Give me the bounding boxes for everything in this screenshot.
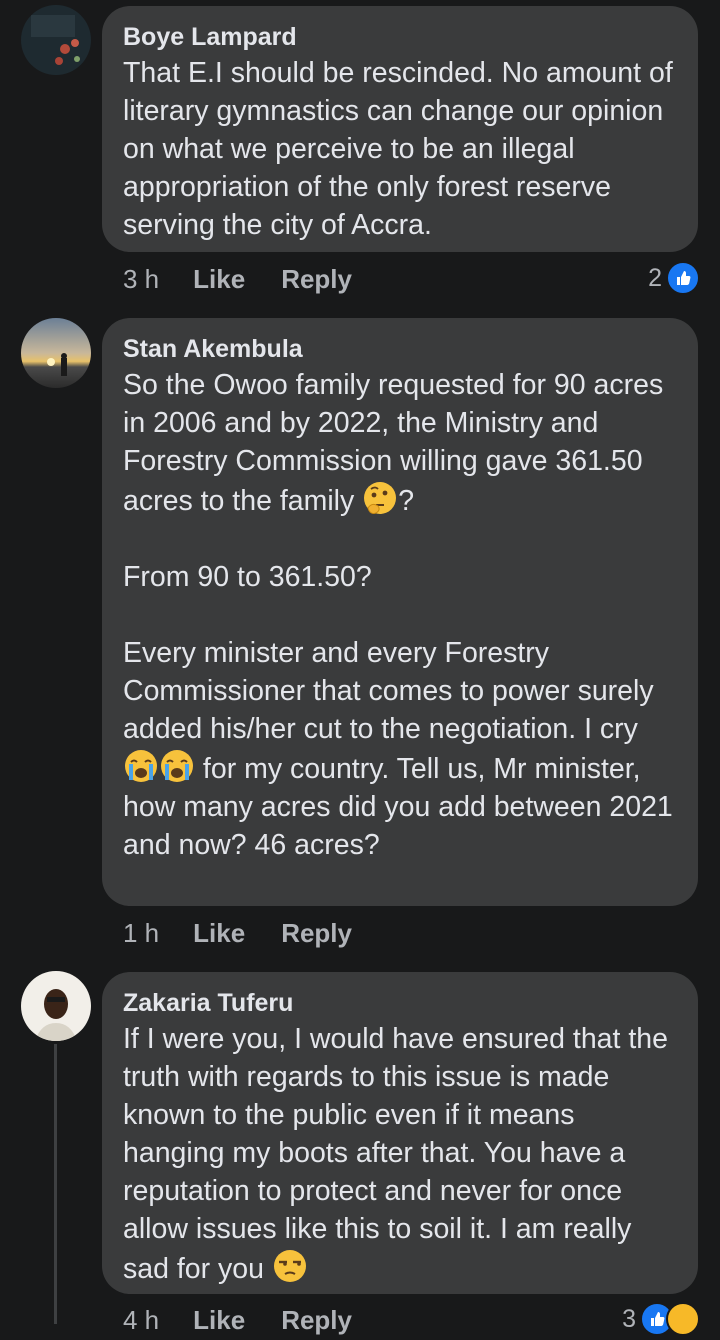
crying-face-emoji — [125, 750, 157, 782]
like-icon — [666, 261, 700, 295]
thread-line — [54, 1044, 57, 1324]
reply-button[interactable]: Reply — [281, 918, 352, 949]
reaction-count: 2 — [648, 263, 662, 292]
comment-paragraph-3: Every minister and every Forestry Commis… — [123, 634, 678, 864]
comment-paragraph-1: So the Owoo family requested for 90 acre… — [123, 366, 678, 520]
comment-actions: 1 h Like Reply — [123, 913, 388, 953]
comment-timestamp[interactable]: 1 h — [123, 918, 159, 949]
comment-bubble: Zakaria Tuferu If I were you, I would ha… — [102, 972, 698, 1294]
thinking-face-emoji — [364, 482, 397, 514]
comment-text-suffix: ? — [398, 485, 415, 517]
comment-timestamp[interactable]: 3 h — [123, 264, 159, 295]
reaction-summary[interactable]: 2 — [648, 261, 700, 295]
comment-actions: 3 h Like Reply — [123, 259, 388, 299]
avatar-stan-akembula[interactable] — [21, 318, 91, 388]
comment-actions: 4 h Like Reply — [123, 1300, 388, 1340]
comment-paragraph: If I were you, I would have ensured that… — [123, 1020, 678, 1288]
comment-text: That E.I should be rescinded. No amount … — [123, 57, 673, 241]
reply-button[interactable]: Reply — [281, 264, 352, 295]
comment-paragraph-2: From 90 to 361.50? — [123, 561, 372, 593]
unamused-face-emoji — [273, 1250, 306, 1282]
comment-text: Every minister and every Forestry Commis… — [123, 637, 654, 745]
comment-author[interactable]: Zakaria Tuferu — [123, 986, 678, 1020]
comment-author[interactable]: Boye Lampard — [123, 20, 678, 54]
crying-face-emoji — [161, 750, 193, 782]
comment-bubble: Boye Lampard That E.I should be rescinde… — [102, 6, 698, 252]
reply-button[interactable]: Reply — [281, 1305, 352, 1336]
care-icon — [666, 1302, 700, 1336]
comment-timestamp[interactable]: 4 h — [123, 1305, 159, 1336]
avatar-zakaria-tuferu[interactable] — [21, 971, 91, 1041]
comment-author[interactable]: Stan Akembula — [123, 332, 678, 366]
reaction-summary[interactable]: 3 — [622, 1302, 700, 1336]
like-button[interactable]: Like — [193, 1305, 245, 1336]
comment-text: for my country. Tell us, Mr minister, ho… — [123, 753, 673, 861]
reaction-count: 3 — [622, 1304, 636, 1333]
like-button[interactable]: Like — [193, 264, 245, 295]
avatar-boye-lampard[interactable] — [21, 5, 91, 75]
comment-bubble: Stan Akembula So the Owoo family request… — [102, 318, 698, 906]
like-button[interactable]: Like — [193, 918, 245, 949]
comment-text: If I were you, I would have ensured that… — [123, 1023, 668, 1285]
